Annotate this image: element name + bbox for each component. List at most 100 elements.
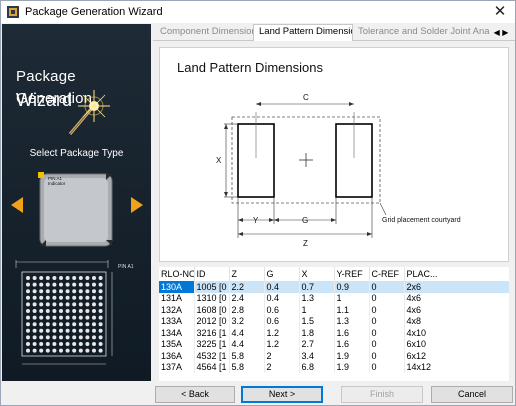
table-row[interactable]: 131A 1310 [0 2.4 0.4 1.3 1 0 4x6 (159, 292, 509, 304)
next-button[interactable]: Next > (241, 386, 323, 403)
tab-scroll-right-icon[interactable]: ▶ (502, 28, 508, 37)
table-cell: 137A (159, 361, 195, 373)
table-cell: 136A (159, 350, 195, 362)
solder-ball (32, 348, 37, 353)
table-cell: 0.6 (264, 304, 300, 316)
solder-ball (65, 348, 70, 353)
table-cell: 4x10 (404, 327, 509, 339)
column-header[interactable]: X (299, 267, 335, 281)
solder-ball (45, 348, 50, 353)
table-cell: 4532 [1 (194, 350, 230, 362)
table-cell: 5.8 (229, 361, 265, 373)
land-pattern-table[interactable]: RLO-NO ID Z G X Y-REF C-REF PLAC... 130A 1005 [0… (159, 267, 509, 381)
solder-ball (98, 295, 103, 300)
solder-ball (32, 315, 37, 320)
solder-ball (45, 282, 50, 287)
table-cell: 131A (159, 292, 195, 304)
solder-ball (59, 276, 63, 280)
previous-package-arrow-icon[interactable] (10, 196, 24, 214)
solder-ball (72, 328, 77, 333)
table-cell: 5.8 (229, 350, 265, 362)
table-cell: 2.4 (229, 292, 265, 304)
tab-tolerance-solder-joint[interactable]: Tolerance and Solder Joint Analyse (353, 25, 489, 40)
table-cell: 2012 [0 (194, 315, 230, 327)
solder-ball (39, 289, 44, 294)
land-pattern-diagram-panel: Land Pattern Dimensions C X Y G Z Grid p… (159, 47, 509, 262)
solder-ball (59, 295, 63, 300)
solder-ball (85, 322, 90, 327)
table-cell: 2.8 (229, 304, 265, 316)
table-cell: 135A (159, 338, 195, 350)
table-cell: 3225 [1 (194, 338, 230, 350)
column-header[interactable]: PLAC... (404, 267, 509, 281)
table-cell: 4.4 (229, 338, 265, 350)
finish-button: Finish (341, 386, 423, 403)
solder-ball (26, 315, 30, 320)
table-cell: 1.2 (264, 327, 300, 339)
solder-ball (72, 276, 77, 280)
column-header[interactable]: RLO-NO (159, 267, 195, 281)
column-header[interactable]: C-REF (369, 267, 405, 281)
package-type-preview[interactable]: PIN A1 Indicator (34, 168, 118, 252)
tab-scroll-buttons[interactable]: ◀ ▶ (489, 26, 513, 39)
table-cell: 2.7 (299, 338, 335, 350)
table-cell: 0 (369, 338, 405, 350)
solder-ball (32, 342, 37, 346)
table-row[interactable]: 133A 2012 [0 3.2 0.6 1.5 1.3 0 4x8 (159, 315, 509, 327)
table-row[interactable]: 134A 3216 [1 4.4 1.2 1.8 1.6 0 4x10 (159, 327, 509, 339)
table-row[interactable]: 130A 1005 [0 2.2 0.4 0.7 0.9 0 2x6 (159, 281, 509, 293)
solder-ball (65, 328, 70, 333)
table-cell: 3.4 (299, 350, 335, 362)
solder-ball (59, 302, 63, 307)
column-header[interactable]: Y-REF (334, 267, 370, 281)
solder-ball (65, 276, 70, 280)
solder-ball (52, 289, 57, 294)
table-cell: 1.9 (334, 361, 370, 373)
magic-wand-icon (68, 90, 110, 135)
solder-ball (32, 289, 37, 294)
table-cell: 1.8 (299, 327, 335, 339)
table-cell: 6x12 (404, 350, 509, 362)
solder-ball (78, 342, 83, 346)
solder-ball (39, 295, 44, 300)
solder-ball (85, 328, 90, 333)
solder-ball (92, 302, 96, 307)
solder-ball (78, 348, 83, 353)
table-cell: 4.4 (229, 327, 265, 339)
table-row[interactable]: 136A 4532 [1 5.8 2 3.4 1.9 0 6x12 (159, 350, 509, 362)
pin-a1-label-2: PIN A1 (118, 264, 134, 270)
table-cell: 0 (369, 292, 405, 304)
column-header[interactable]: G (264, 267, 300, 281)
column-header[interactable]: ID (194, 267, 230, 281)
next-package-arrow-icon[interactable] (130, 196, 144, 214)
solder-ball (39, 342, 44, 346)
solder-ball (45, 322, 50, 327)
table-cell: 1.3 (299, 292, 335, 304)
table-row[interactable]: 135A 3225 [1 4.4 1.2 2.7 1.6 0 6x10 (159, 338, 509, 350)
solder-ball (78, 328, 83, 333)
solder-ball (85, 309, 90, 313)
solder-ball (78, 289, 83, 294)
table-cell: 1.9 (334, 350, 370, 362)
tab-scroll-left-icon[interactable]: ◀ (494, 28, 500, 37)
column-header[interactable]: Z (229, 267, 265, 281)
table-row[interactable]: 132A 1608 [0 2.8 0.6 1 1.1 0 4x6 (159, 304, 509, 316)
table-cell: 1005 [0 (194, 281, 230, 293)
tab-land-pattern-dimensions[interactable]: Land Pattern Dimensions (253, 24, 353, 41)
solder-ball (85, 276, 90, 280)
solder-ball (72, 335, 77, 340)
table-row[interactable]: 137A 4564 [1 5.8 2 6.8 1.9 0 14x12 (159, 361, 509, 373)
solder-ball (65, 315, 70, 320)
solder-ball (59, 315, 63, 320)
tab-component-dimensions[interactable]: Component Dimensions (155, 25, 253, 40)
close-icon[interactable]: ✕ (491, 2, 509, 20)
back-button[interactable]: < Back (155, 386, 235, 403)
solder-ball (39, 348, 44, 353)
table-cell: 6.8 (299, 361, 335, 373)
dimension-x-label: X (216, 156, 222, 165)
cancel-button[interactable]: Cancel (431, 386, 513, 403)
bga-package-top-view: PIN A1 Indicator (38, 172, 113, 247)
table-cell: 0.4 (264, 281, 300, 293)
solder-ball (59, 335, 63, 340)
solder-ball (32, 302, 37, 307)
